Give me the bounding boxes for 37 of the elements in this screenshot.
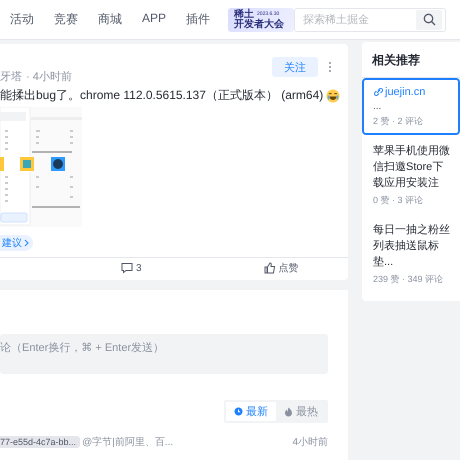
nav-link[interactable]: 商城 <box>98 11 122 28</box>
recommendation-item[interactable]: 每日一抽之粉丝列表抽送鼠标垫... 239 赞 · 349 评论 <box>362 214 460 293</box>
search-icon <box>422 13 436 26</box>
user-name[interactable]: 77-e55d-4c7a-bb... <box>0 436 80 448</box>
chevron-right-icon <box>24 239 29 247</box>
more-icon[interactable] <box>328 61 332 73</box>
user-title: @字节|前阿里、百... <box>82 436 174 449</box>
link-excerpt: ... <box>373 101 382 112</box>
link-icon <box>373 87 383 97</box>
article-title: 苹果手机使用微信扫邀Store下载应用安装注 <box>373 144 451 191</box>
banner-title: 稀土 <box>234 10 254 20</box>
comment-icon <box>121 262 133 274</box>
section-title: 相关推荐 <box>362 42 460 78</box>
post-time: · 4小时前 <box>26 70 72 84</box>
nav-link[interactable]: 插件 <box>186 11 210 28</box>
comment-button[interactable]: 3 <box>121 262 142 274</box>
thumbs-up-icon <box>264 262 276 274</box>
like-button[interactable]: 点赞 <box>264 261 299 275</box>
comment-time: 4小时前 <box>292 436 328 449</box>
article-stats: 2 赞 · 2 评论 <box>373 115 424 128</box>
article-stats: 0 赞 · 3 评论 <box>373 194 424 207</box>
crying-laughing-emoji-icon <box>326 88 340 102</box>
clock-icon <box>234 407 243 416</box>
nav-link[interactable]: APP <box>142 11 166 28</box>
nav-link[interactable]: 活动 <box>10 11 34 28</box>
post-text: 能揉出bug了。chrome 112.0.5615.137（正式版本） (arm64) <box>0 87 324 104</box>
flame-icon <box>284 406 293 416</box>
sort-tab[interactable]: 最新 <box>226 402 276 421</box>
article-title: 每日一抽之粉丝列表抽送鼠标垫... <box>373 222 451 270</box>
link[interactable]: juejin.cn <box>373 86 452 98</box>
search-button[interactable] <box>416 10 442 30</box>
article-stats: 239 赞 · 349 评论 <box>373 273 444 286</box>
nav-link[interactable]: 竞赛 <box>54 11 78 28</box>
comment-input[interactable]: 论（Enter换行，⌘ + Enter发送） <box>0 334 328 374</box>
banner-subtitle: 开发者大会 <box>234 20 286 30</box>
recommendation-item[interactable]: juejin.cn ... 2 赞 · 2 评论 <box>362 78 460 135</box>
recommendation-item[interactable]: 苹果手机使用微信扫邀Store下载应用安装注 0 赞 · 3 评论 <box>362 135 460 214</box>
